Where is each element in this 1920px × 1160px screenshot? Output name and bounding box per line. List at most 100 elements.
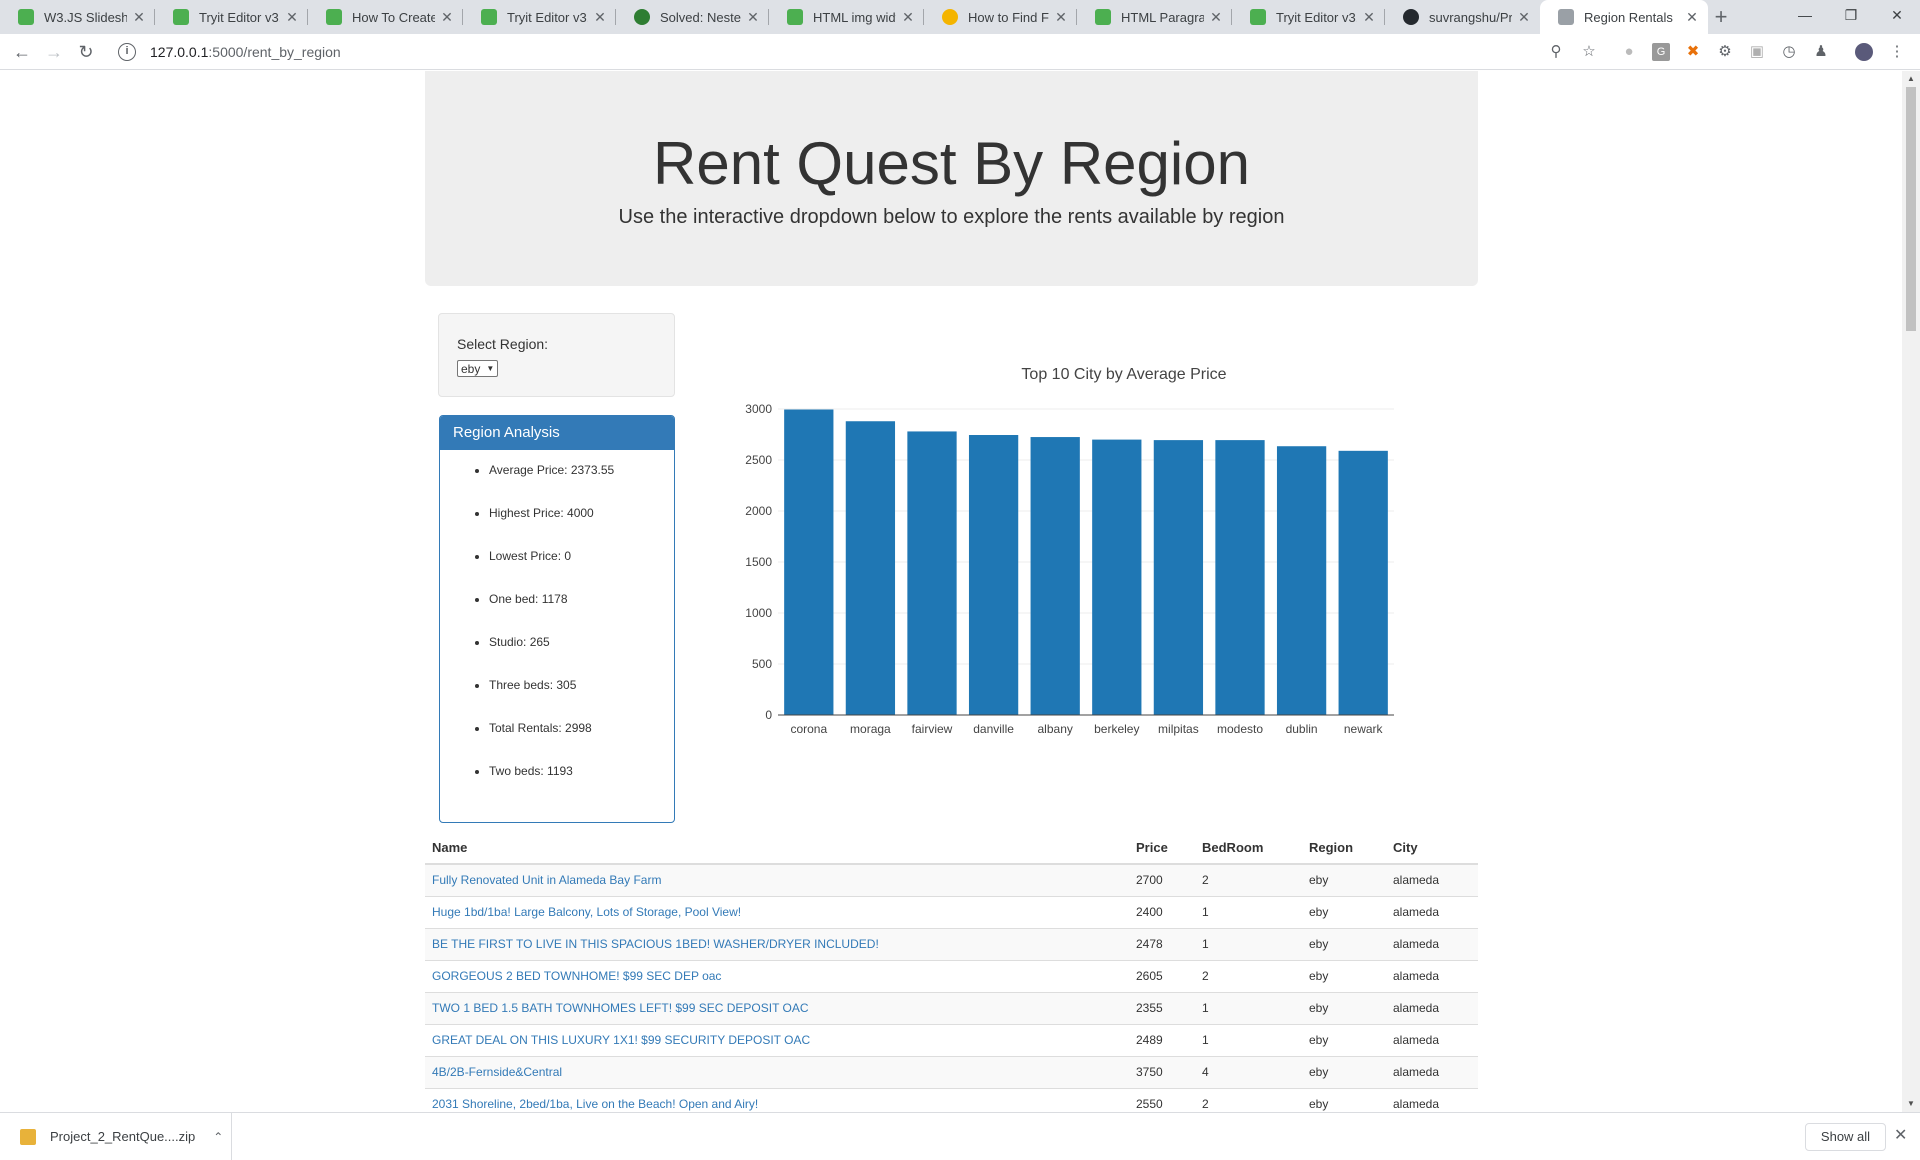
listing-link[interactable]: 2031 Shoreline, 2bed/1ba, Live on the Be… — [432, 1097, 758, 1111]
close-tab-icon[interactable]: ✕ — [131, 9, 147, 26]
address-bar[interactable]: i 127.0.0.1:5000/rent_by_region — [110, 38, 1600, 66]
page-icon — [1558, 9, 1574, 25]
close-tab-icon[interactable]: ✕ — [1516, 9, 1532, 26]
table-cell: GREAT DEAL ON THIS LUXURY 1X1! $99 SECUR… — [425, 1023, 1129, 1056]
show-all-button[interactable]: Show all — [1805, 1123, 1886, 1151]
x-tick-label: milpitas — [1158, 722, 1199, 736]
close-tab-icon[interactable]: ✕ — [592, 9, 608, 26]
close-tab-icon[interactable]: ✕ — [284, 9, 300, 26]
region-analysis-panel: Region Analysis Average Price: 2373.55Hi… — [439, 415, 675, 823]
extension-orange-icon[interactable]: ✖ — [1684, 43, 1702, 61]
browser-tab[interactable]: Tryit Editor v3.6✕ — [1232, 0, 1385, 34]
w3-icon — [1250, 9, 1266, 25]
download-item[interactable]: Project_2_RentQue....zip ⌃ — [0, 1113, 232, 1160]
close-tab-icon[interactable]: ✕ — [1361, 9, 1377, 26]
site-info-icon[interactable]: i — [118, 43, 136, 61]
table-row: TWO 1 BED 1.5 BATH TOWNHOMES LEFT! $99 S… — [425, 991, 1478, 1024]
browser-tab[interactable]: HTML img width✕ — [769, 0, 924, 34]
table-cell: BE THE FIRST TO LIVE IN THIS SPACIOUS 1B… — [425, 927, 1129, 960]
pdf-extension-icon[interactable]: ▣ — [1748, 43, 1766, 61]
bar-milpitas[interactable] — [1153, 440, 1204, 715]
table-row: GORGEOUS 2 BED TOWNHOME! $99 SEC DEP oac… — [425, 959, 1478, 992]
zoom-icon[interactable]: ⚲ — [1547, 43, 1565, 61]
bar-newark[interactable] — [1338, 450, 1388, 715]
analysis-item: Two beds: 1193 — [489, 763, 674, 806]
extension-icon[interactable]: ● — [1620, 43, 1638, 61]
close-tab-icon[interactable]: ✕ — [745, 9, 761, 26]
close-tab-icon[interactable]: ✕ — [439, 9, 455, 26]
table-cell: alameda — [1386, 991, 1478, 1024]
y-tick-label: 0 — [765, 708, 772, 722]
table-cell: 2550 — [1129, 1087, 1195, 1112]
browser-tab[interactable]: suvrangshu/Proj✕ — [1385, 0, 1540, 34]
browser-tab[interactable]: Solved: Nested If✕ — [616, 0, 769, 34]
forward-icon[interactable]: → — [42, 40, 66, 64]
table-row: BE THE FIRST TO LIVE IN THIS SPACIOUS 1B… — [425, 927, 1478, 960]
close-downloads-icon[interactable]: ✕ — [1894, 1125, 1907, 1145]
minimize-icon[interactable]: — — [1782, 0, 1828, 30]
browser-tab[interactable]: HTML Paragraph✕ — [1077, 0, 1232, 34]
listing-link[interactable]: BE THE FIRST TO LIVE IN THIS SPACIOUS 1B… — [432, 937, 879, 951]
y-tick-label: 3000 — [745, 402, 772, 416]
x-tick-label: corona — [790, 722, 827, 736]
column-header-region: Region — [1302, 832, 1386, 865]
table-cell: alameda — [1386, 927, 1478, 960]
listing-link[interactable]: Fully Renovated Unit in Alameda Bay Farm — [432, 873, 661, 887]
browser-tab[interactable]: How to Find Find✕ — [924, 0, 1077, 34]
listing-link[interactable]: TWO 1 BED 1.5 BATH TOWNHOMES LEFT! $99 S… — [432, 1001, 809, 1015]
scroll-up-icon[interactable]: ▲ — [1902, 71, 1920, 87]
browser-tab[interactable]: Tryit Editor v3.6✕ — [463, 0, 616, 34]
bar-chart[interactable]: Top 10 City by Average Price 0 500 1000 1500… — [718, 321, 1448, 761]
browser-toolbar: ← → ↻ i 127.0.0.1:5000/rent_by_region ⚲ … — [0, 34, 1920, 70]
bar-fairview[interactable] — [907, 431, 957, 715]
close-tab-icon[interactable]: ✕ — [1053, 9, 1069, 26]
restore-icon[interactable]: ❐ — [1828, 0, 1874, 30]
listing-link[interactable]: GREAT DEAL ON THIS LUXURY 1X1! $99 SECUR… — [432, 1033, 810, 1047]
table-row: 2031 Shoreline, 2bed/1ba, Live on the Be… — [425, 1087, 1478, 1112]
bar-corona[interactable] — [784, 409, 834, 715]
analysis-item: Total Rentals: 2998 — [489, 720, 674, 763]
table-cell: 2031 Shoreline, 2bed/1ba, Live on the Be… — [425, 1087, 1129, 1112]
close-tab-icon[interactable]: ✕ — [900, 9, 916, 26]
listing-link[interactable]: GORGEOUS 2 BED TOWNHOME! $99 SEC DEP oac — [432, 969, 721, 983]
table-cell: alameda — [1386, 959, 1478, 992]
browser-tab[interactable]: How To Create a✕ — [308, 0, 463, 34]
close-window-icon[interactable]: ✕ — [1874, 0, 1920, 30]
analysis-list: Average Price: 2373.55Highest Price: 400… — [440, 450, 674, 806]
back-icon[interactable]: ← — [10, 40, 34, 64]
extension-badge-icon[interactable]: ⚙ — [1716, 43, 1734, 61]
bar-danville[interactable] — [968, 435, 1019, 715]
listing-link[interactable]: Huge 1bd/1ba! Large Balcony, Lots of Sto… — [432, 905, 741, 919]
browser-tab[interactable]: Tryit Editor v3.6✕ — [155, 0, 308, 34]
table-cell: 1 — [1195, 895, 1302, 928]
scrollbar-thumb[interactable] — [1906, 87, 1916, 331]
bookmark-star-icon[interactable]: ☆ — [1580, 43, 1598, 61]
bar-albany[interactable] — [1030, 437, 1080, 715]
y-tick-label: 1000 — [745, 606, 772, 620]
scroll-down-icon[interactable]: ▼ — [1902, 1096, 1920, 1112]
bar-moraga[interactable] — [845, 421, 896, 715]
reload-icon[interactable]: ↻ — [74, 40, 98, 64]
bar-berkeley[interactable] — [1092, 439, 1142, 715]
table-cell: 4 — [1195, 1055, 1302, 1088]
vertical-scrollbar[interactable]: ▲ ▼ — [1902, 71, 1920, 1112]
table-cell: 2489 — [1129, 1023, 1195, 1056]
chart-svg[interactable]: Top 10 City by Average Price 0 500 1000 1500… — [718, 321, 1448, 761]
w3-icon — [326, 9, 342, 25]
x-tick-label: berkeley — [1094, 722, 1139, 736]
close-tab-icon[interactable]: ✕ — [1684, 9, 1700, 26]
new-tab-button[interactable]: + — [1708, 4, 1734, 30]
profile-avatar[interactable] — [1855, 43, 1873, 61]
menu-kebab-icon[interactable]: ⋮ — [1888, 43, 1906, 61]
region-select[interactable]: eby ▼ — [457, 360, 499, 377]
extension-g-icon[interactable]: G — [1652, 43, 1670, 61]
extension-puzzle-icon[interactable]: ♟ — [1812, 43, 1830, 61]
listing-link[interactable]: 4B/2B-Fernside&Central — [432, 1065, 562, 1079]
chevron-up-icon[interactable]: ⌃ — [213, 1130, 223, 1144]
browser-tab[interactable]: W3.JS Slideshow✕ — [0, 0, 155, 34]
clock-extension-icon[interactable]: ◷ — [1780, 43, 1798, 61]
bar-modesto[interactable] — [1215, 440, 1265, 715]
bar-dublin[interactable] — [1276, 446, 1327, 715]
close-tab-icon[interactable]: ✕ — [1208, 9, 1224, 26]
browser-tab[interactable]: Region Rentals ✕ — [1540, 0, 1708, 34]
